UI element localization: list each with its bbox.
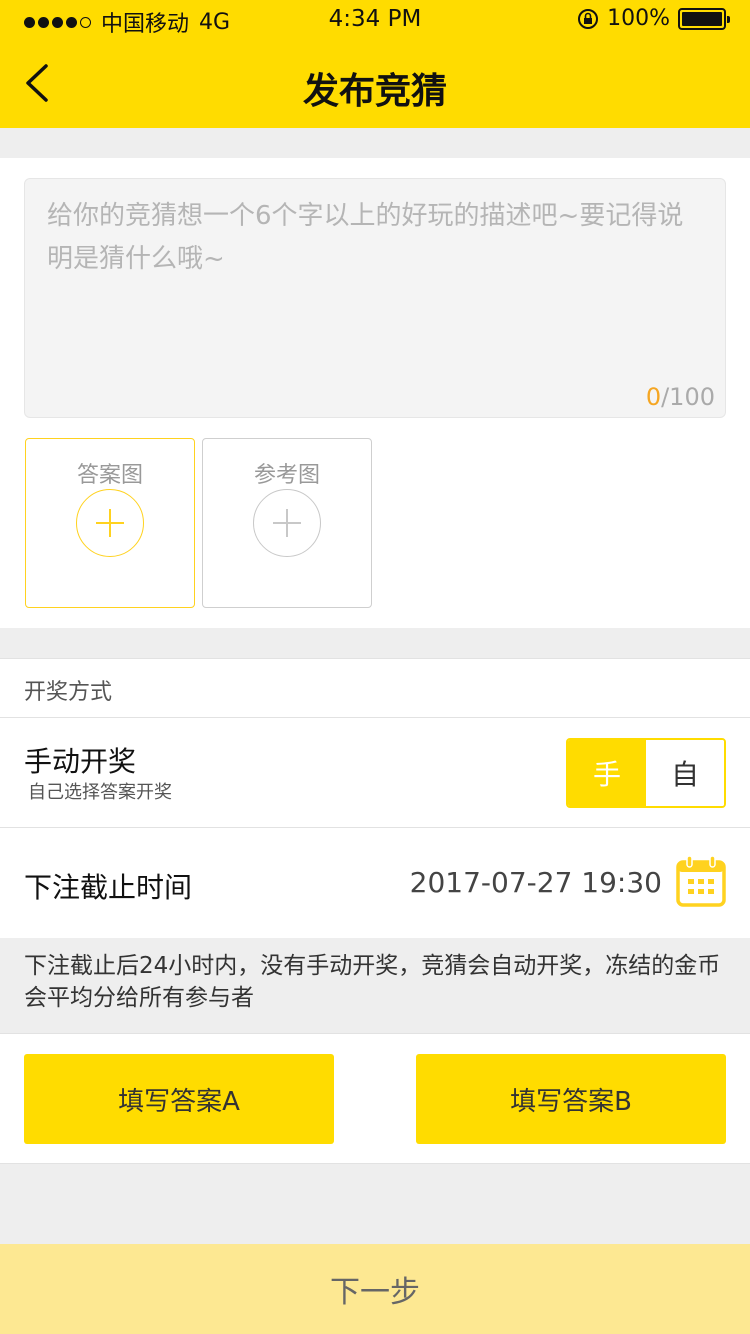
manual-draw-row: 手动开奖 自己选择答案开奖 手 自 (0, 718, 750, 828)
description-textarea[interactable]: 给你的竞猜想一个6个字以上的好玩的描述吧~要记得说明是猜什么哦~ 0/100 (24, 178, 726, 418)
app-header: 中国移动 4G 4:34 PM 100% 发布竞猜 (0, 0, 750, 128)
answer-image-upload[interactable]: 答案图 (25, 438, 195, 608)
calendar-icon[interactable] (676, 855, 726, 907)
battery-icon (678, 7, 730, 30)
draw-method-section-title: 开奖方式 (24, 680, 113, 705)
reference-image-label: 参考图 (253, 463, 320, 488)
answer-image-label: 答案图 (76, 463, 143, 488)
plus-icon (253, 489, 321, 557)
reference-image-upload[interactable]: 参考图 (202, 438, 372, 608)
plus-icon (76, 489, 144, 557)
character-count: 0 (645, 383, 662, 411)
page-title: 发布竞猜 (302, 71, 447, 112)
status-bar-right: 100% (577, 6, 730, 31)
deadline-row[interactable]: 下注截止时间 2017-07-27 19:30 (0, 828, 750, 938)
auto-draw-notice-text: 下注截止后24小时内，没有手动开奖，竞猜会自动开奖，冻结的金币会平均分给所有参与… (24, 953, 721, 1011)
next-step-button[interactable]: 下一步 (0, 1244, 750, 1334)
manual-draw-title: 手动开奖 (24, 745, 137, 778)
answers-row: 填写答案A 填写答案B (0, 1034, 750, 1164)
fill-answer-b-button[interactable]: 填写答案B (416, 1054, 726, 1144)
description-placeholder: 给你的竞猜想一个6个字以上的好玩的描述吧~要记得说明是猜什么哦~ (47, 201, 684, 274)
status-bar: 中国移动 4G 4:34 PM 100% (0, 0, 750, 40)
rotation-lock-icon (578, 8, 599, 29)
toggle-manual-option[interactable]: 手 (568, 740, 646, 806)
battery-percent: 100% (607, 6, 670, 31)
deadline-value[interactable]: 2017-07-27 19:30 (410, 866, 662, 899)
auto-draw-notice: 下注截止后24小时内，没有手动开奖，竞猜会自动开奖，冻结的金币会平均分给所有参与… (0, 938, 750, 1034)
character-max: /100 (661, 383, 715, 411)
character-counter: 0/100 (646, 383, 715, 411)
draw-mode-toggle[interactable]: 手 自 (566, 738, 726, 808)
draw-method-section-header: 开奖方式 (0, 658, 750, 718)
deadline-label: 下注截止时间 (24, 871, 193, 904)
manual-draw-subtitle: 自己选择答案开奖 (28, 782, 172, 803)
toggle-auto-option[interactable]: 自 (646, 740, 724, 806)
guess-content-panel: 给你的竞猜想一个6个字以上的好玩的描述吧~要记得说明是猜什么哦~ 0/100 答… (0, 158, 750, 628)
fill-answer-a-button[interactable]: 填写答案A (24, 1054, 334, 1144)
